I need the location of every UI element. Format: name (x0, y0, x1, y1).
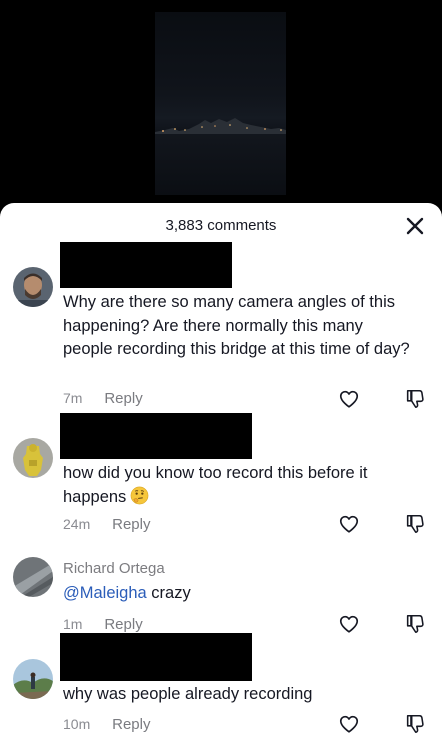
redacted-username (60, 242, 232, 288)
comment-text-body: how did you know too record this before … (63, 464, 368, 506)
close-icon[interactable] (404, 215, 426, 237)
comment-item: how did you know too record this before … (0, 411, 442, 534)
comment-item: Why are there so many camera angles of t… (0, 240, 442, 415)
redacted-username (60, 633, 252, 681)
reply-button[interactable]: Reply (112, 516, 150, 533)
heart-outline-icon[interactable] (338, 713, 360, 735)
thumbs-down-icon[interactable] (404, 713, 426, 735)
avatar[interactable] (13, 659, 53, 699)
video-preview[interactable] (155, 12, 286, 195)
comment-time: 1m (63, 616, 83, 632)
reply-button[interactable]: Reply (112, 716, 150, 733)
comment-count: 3,883 comments (165, 217, 277, 234)
avatar[interactable] (13, 557, 53, 597)
comment-item: why was people already recording 10m Rep… (0, 631, 442, 750)
reply-button[interactable]: Reply (104, 390, 142, 407)
avatar[interactable] (13, 267, 53, 307)
heart-outline-icon[interactable] (338, 388, 360, 410)
thumbs-down-icon[interactable] (404, 513, 426, 535)
comment-text-body: crazy (146, 584, 191, 602)
redacted-username (60, 413, 252, 459)
heart-outline-icon[interactable] (338, 513, 360, 535)
comment-text: how did you know too record this before … (63, 462, 423, 509)
comment-text: why was people already recording (63, 685, 313, 703)
comment-meta: 10m Reply (63, 716, 150, 733)
comment-time: 10m (63, 716, 91, 732)
comment-item: Richard Ortega @Maleigha crazy 1m Reply (0, 551, 442, 641)
comment-text: Why are there so many camera angles of t… (63, 293, 410, 358)
comment-text: @Maleigha crazy (63, 582, 413, 606)
comment-meta: 7m Reply (63, 390, 143, 407)
water-reflection (155, 134, 286, 195)
avatar[interactable] (13, 438, 53, 478)
comments-sheet: 3,883 comments Why are there so many cam… (0, 203, 442, 750)
comment-time: 7m (63, 390, 83, 406)
comment-username[interactable]: Richard Ortega (63, 560, 165, 577)
comment-meta: 24m Reply (63, 516, 150, 533)
app-screen: 3,883 comments Why are there so many cam… (0, 0, 442, 750)
thumbs-down-icon[interactable] (404, 388, 426, 410)
thinking-face-emoji (130, 486, 149, 504)
comment-time: 24m (63, 516, 91, 532)
user-mention[interactable]: @Maleigha (63, 584, 147, 602)
